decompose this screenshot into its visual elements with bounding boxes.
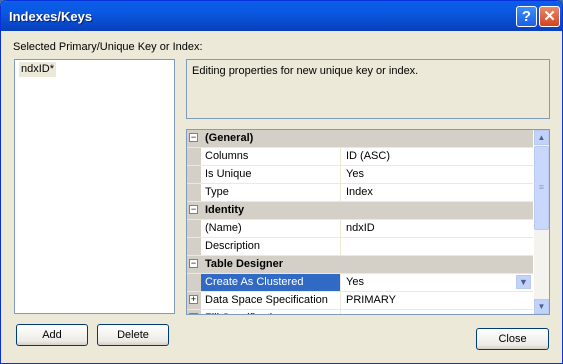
- property-name[interactable]: (Name): [201, 220, 341, 237]
- property-description: Editing properties for new unique key or…: [186, 59, 550, 119]
- close-window-button[interactable]: ✕: [539, 6, 560, 27]
- add-button[interactable]: Add: [16, 324, 88, 346]
- collapse-icon[interactable]: −: [189, 205, 198, 214]
- chevron-up-icon: ▲: [537, 133, 546, 142]
- row-gutter: [187, 148, 201, 165]
- indexes-keys-dialog: Indexes/Keys ? ✕ Selected Primary/Unique…: [0, 0, 563, 364]
- key-list[interactable]: ndxID*: [14, 59, 175, 314]
- scroll-up-button[interactable]: ▲: [534, 130, 549, 145]
- property-row[interactable]: Create As Clustered Yes ▼: [187, 274, 533, 292]
- collapse-icon[interactable]: −: [189, 133, 198, 142]
- property-name[interactable]: Data Space Specification: [201, 292, 341, 309]
- help-button[interactable]: ?: [516, 6, 537, 27]
- property-value-text: Index: [346, 186, 373, 198]
- property-value[interactable]: Yes ▼: [342, 274, 533, 291]
- category-row[interactable]: − Table Designer: [187, 256, 533, 274]
- property-value[interactable]: ID (ASC): [342, 148, 533, 165]
- property-name[interactable]: Is Unique: [201, 166, 341, 183]
- row-gutter: [187, 220, 201, 237]
- grip-icon: ≡: [538, 182, 545, 192]
- property-row[interactable]: + Data Space Specification PRIMARY: [187, 292, 533, 310]
- property-value-text: Yes: [346, 276, 364, 288]
- scroll-thumb[interactable]: ≡: [534, 146, 549, 230]
- collapse-icon[interactable]: −: [189, 259, 198, 268]
- property-name[interactable]: Type: [201, 184, 341, 201]
- property-row[interactable]: Description: [187, 238, 533, 256]
- close-button[interactable]: Close: [476, 328, 549, 350]
- property-row[interactable]: Type Index: [187, 184, 533, 202]
- property-value[interactable]: Index: [342, 184, 533, 201]
- property-value[interactable]: Yes: [342, 166, 533, 183]
- row-gutter: +: [187, 292, 201, 309]
- dropdown-arrow-icon[interactable]: ▼: [516, 275, 531, 289]
- property-value-text: PRIMARY: [346, 294, 396, 306]
- scroll-down-button[interactable]: ▼: [534, 299, 549, 314]
- expand-icon[interactable]: +: [189, 295, 198, 304]
- property-row[interactable]: (Name) ndxID: [187, 220, 533, 238]
- window-title: Indexes/Keys: [9, 9, 93, 24]
- category-label: Table Designer: [205, 258, 284, 270]
- property-name[interactable]: Fill Specification: [201, 310, 341, 314]
- property-name[interactable]: Columns: [201, 148, 341, 165]
- delete-button[interactable]: Delete: [97, 324, 169, 346]
- category-label: (General): [205, 132, 254, 144]
- list-item[interactable]: ndxID*: [19, 62, 57, 77]
- expand-icon[interactable]: +: [189, 313, 198, 314]
- row-gutter: [187, 238, 201, 255]
- row-gutter: [187, 274, 201, 291]
- close-icon: ✕: [543, 8, 556, 25]
- chevron-down-icon: ▼: [537, 302, 546, 311]
- property-value[interactable]: ndxID: [342, 220, 533, 237]
- property-value-text: Yes: [346, 168, 364, 180]
- property-row[interactable]: Columns ID (ASC): [187, 148, 533, 166]
- category-row[interactable]: − Identity: [187, 202, 533, 220]
- row-gutter: +: [187, 310, 201, 314]
- title-bar[interactable]: Indexes/Keys ? ✕: [1, 1, 562, 31]
- property-value[interactable]: [342, 310, 533, 314]
- property-row[interactable]: +Fill Specification: [187, 310, 533, 314]
- property-value-text: ID (ASC): [346, 150, 390, 162]
- property-name[interactable]: Description: [201, 238, 341, 255]
- property-row[interactable]: Is Unique Yes: [187, 166, 533, 184]
- vertical-scrollbar[interactable]: ▲ ≡ ▼: [534, 130, 549, 314]
- category-row[interactable]: − (General): [187, 130, 533, 148]
- help-icon: ?: [521, 8, 532, 25]
- row-gutter: [187, 166, 201, 183]
- property-grid[interactable]: − (General) Columns ID (ASC) Is Unique Yes Typ…: [186, 129, 550, 315]
- property-value-text: ndxID: [346, 222, 375, 234]
- property-value[interactable]: PRIMARY: [342, 292, 533, 309]
- property-value[interactable]: [342, 238, 533, 255]
- key-list-label: Selected Primary/Unique Key or Index:: [13, 41, 203, 53]
- category-label: Identity: [205, 204, 245, 216]
- row-gutter: [187, 184, 201, 201]
- property-name[interactable]: Create As Clustered: [201, 274, 341, 291]
- property-rows: − (General) Columns ID (ASC) Is Unique Yes Typ…: [187, 130, 533, 314]
